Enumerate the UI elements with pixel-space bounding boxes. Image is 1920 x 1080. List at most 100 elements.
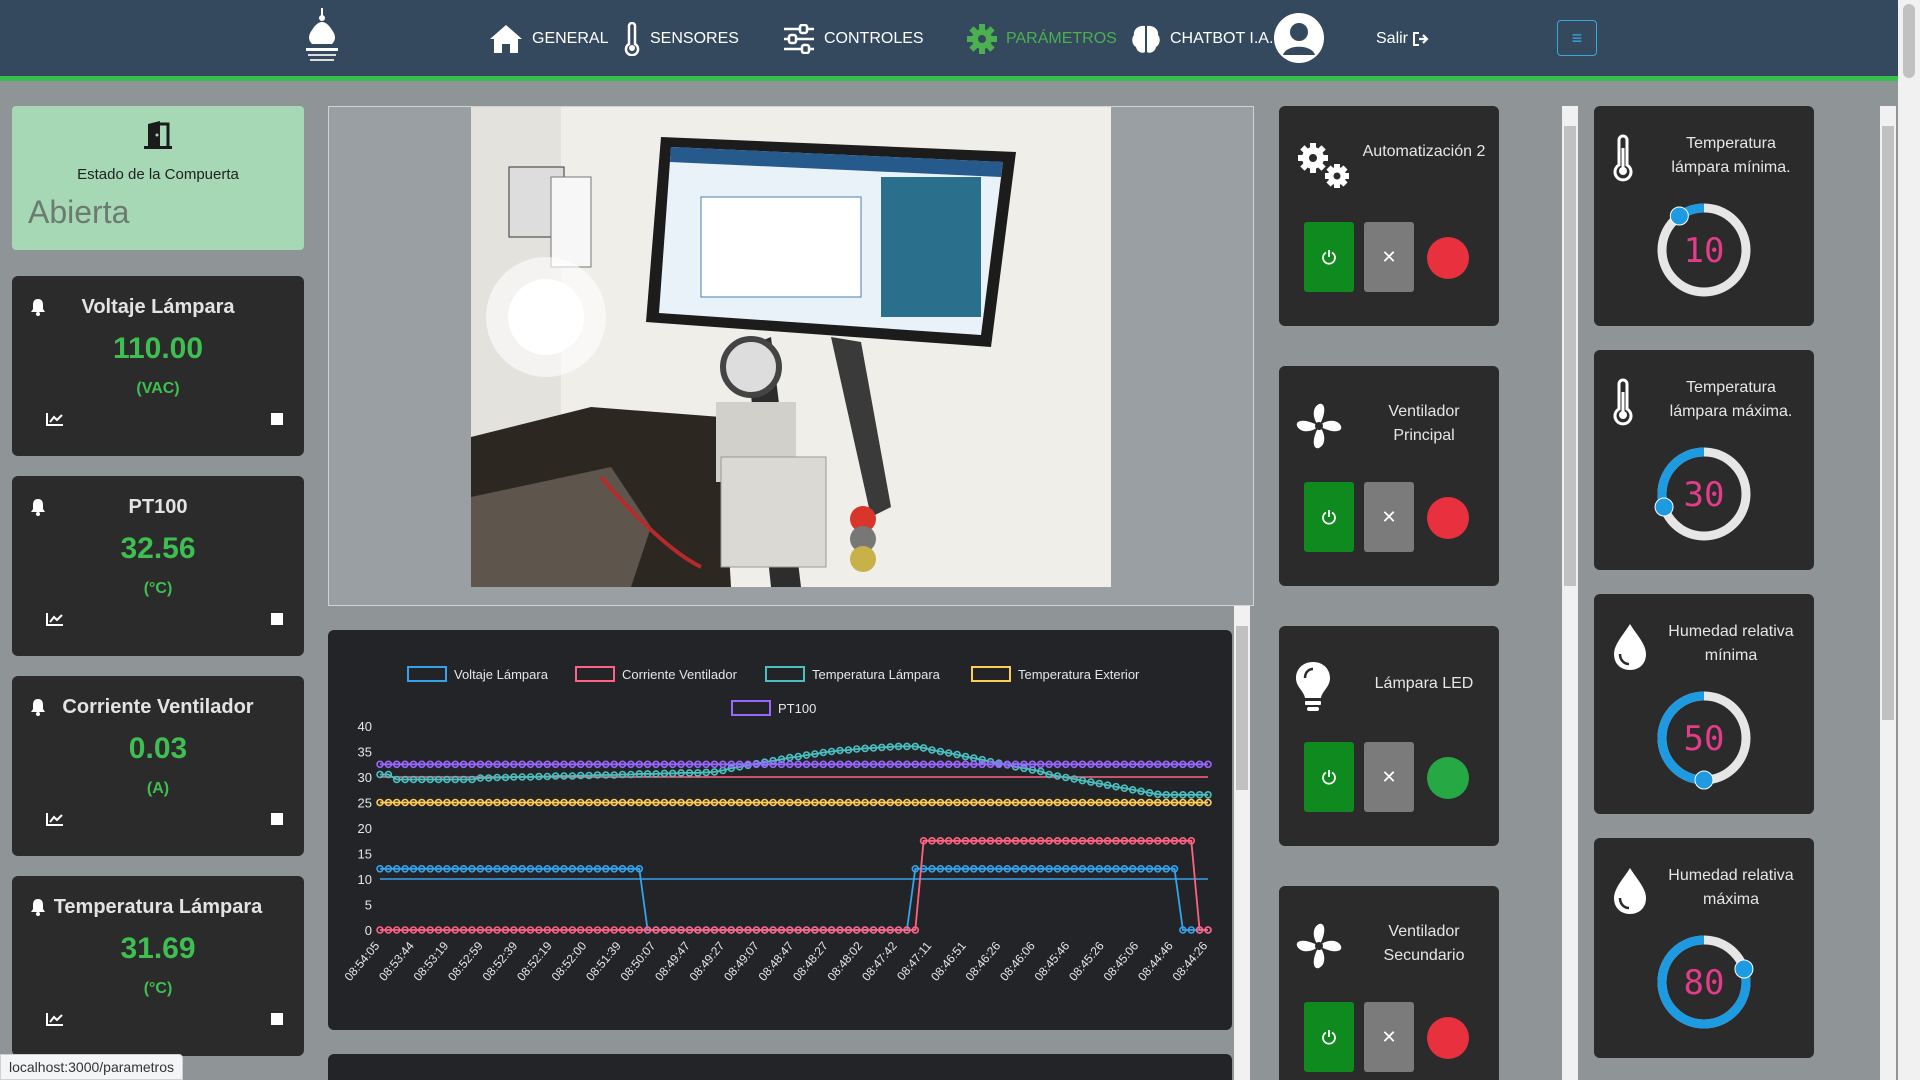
fan-icon — [1296, 923, 1342, 969]
sliders-icon — [784, 24, 814, 54]
knob-handle[interactable] — [1654, 497, 1674, 517]
line-chart-icon[interactable] — [46, 812, 64, 826]
x-tick-label: 08:48:47 — [756, 939, 797, 984]
power-off-button[interactable]: ✕ — [1364, 222, 1414, 292]
nav-sensores[interactable]: SENSORES — [622, 22, 739, 56]
power-off-button[interactable]: ✕ — [1364, 1002, 1414, 1072]
control-card: Automatización 2 ✕ — [1279, 106, 1499, 326]
y-tick-label: 40 — [358, 719, 372, 734]
nav-parametros[interactable]: PARÁMETROS — [966, 22, 1117, 56]
stop-icon[interactable] — [271, 1013, 283, 1025]
parameter-title: Temperatura lámpara máxima. — [1669, 379, 1793, 420]
legend-swatch[interactable] — [765, 666, 805, 682]
series-line — [380, 839, 1208, 931]
parameter-title: Temperatura lámpara mínima. — [1671, 135, 1791, 176]
legend-label[interactable]: Voltaje Lámpara — [454, 667, 549, 682]
status-led — [1427, 237, 1469, 279]
logout-label: Salir — [1376, 30, 1409, 47]
gate-status-card: Estado de la Compuerta Abierta — [12, 106, 304, 250]
power-on-button[interactable] — [1304, 742, 1354, 812]
sensor-value: 32.56 — [120, 532, 196, 565]
series-line — [380, 867, 1208, 931]
sensor-history-chart: Voltaje Lámpara Corriente Ventilador Tempe… — [342, 666, 1212, 984]
power-on-button[interactable] — [1304, 1002, 1354, 1072]
user-avatar[interactable] — [1274, 13, 1324, 63]
x-tick-label: 08:49:07 — [721, 939, 762, 984]
close-icon: ✕ — [1381, 506, 1397, 527]
sensor-value: 110.00 — [112, 332, 204, 365]
x-tick-label: 08:52:19 — [514, 939, 555, 984]
power-on-button[interactable] — [1304, 482, 1354, 552]
scroll-thumb[interactable] — [1564, 126, 1576, 586]
knob-handle[interactable] — [1734, 959, 1754, 979]
nav-chatbot-label: CHATBOT I.A. — [1170, 30, 1274, 47]
droplet-icon — [1614, 624, 1646, 670]
knob-handle[interactable] — [1669, 206, 1689, 226]
legend-swatch[interactable] — [731, 700, 771, 716]
x-tick-label: 08:48:27 — [790, 939, 831, 984]
gate-status-label: Estado de la Compuerta — [77, 166, 239, 183]
droplet-icon — [1614, 868, 1646, 914]
scroll-thumb[interactable] — [1882, 126, 1894, 720]
legend-label[interactable]: Temperatura Lámpara — [812, 667, 941, 682]
knob-value: 30 — [1684, 475, 1725, 515]
parameter-knob[interactable]: 30 — [1652, 442, 1756, 546]
sensor-card: Voltaje Lámpara 110.00 (VAC) — [12, 276, 304, 456]
parameter-knob[interactable]: 50 — [1652, 686, 1756, 790]
thermometer-icon — [1613, 134, 1633, 182]
x-tick-label: 08:53:44 — [376, 939, 417, 984]
knob-handle[interactable] — [1694, 770, 1714, 790]
y-tick-label: 30 — [358, 770, 372, 785]
x-tick-label: 08:46:26 — [963, 939, 1004, 984]
x-tick-label: 08:47:42 — [859, 939, 900, 984]
logout-link[interactable]: Salir — [1376, 22, 1430, 56]
x-tick-label: 08:49:47 — [652, 939, 693, 984]
legend-label[interactable]: PT100 — [778, 701, 816, 716]
control-card: Ventilador Principal ✕ — [1279, 366, 1499, 586]
scroll-thumb[interactable] — [1236, 626, 1248, 790]
sensor-value: 31.69 — [120, 932, 196, 965]
page-scrollbar[interactable] — [1898, 0, 1920, 1080]
sensor-title: Voltaje Lámpara — [81, 296, 235, 318]
x-tick-label: 08:45:06 — [1101, 939, 1142, 984]
legend-swatch[interactable] — [407, 666, 447, 682]
sensor-title: PT100 — [128, 496, 188, 518]
nav-general[interactable]: GENERAL — [488, 22, 608, 56]
legend-swatch[interactable] — [971, 666, 1011, 682]
sensor-title: Temperatura Lámpara — [53, 896, 263, 918]
parameter-card: Temperatura lámpara máxima. 30 — [1594, 350, 1814, 570]
legend-label[interactable]: Corriente Ventilador — [622, 667, 738, 682]
x-tick-label: 08:45:46 — [1032, 939, 1073, 984]
control-card: Ventilador Secundario ✕ — [1279, 886, 1499, 1080]
power-on-button[interactable] — [1304, 222, 1354, 292]
menu-toggle-button[interactable]: ≡ — [1557, 20, 1597, 56]
stop-icon[interactable] — [271, 613, 283, 625]
close-icon: ✕ — [1381, 246, 1397, 267]
parameter-knob[interactable]: 10 — [1652, 198, 1756, 302]
power-off-button[interactable]: ✕ — [1364, 742, 1414, 812]
nav-controles[interactable]: CONTROLES — [782, 22, 924, 56]
line-chart-icon[interactable] — [46, 1012, 64, 1026]
legend-label[interactable]: Temperatura Exterior — [1018, 667, 1140, 682]
nav-chatbot[interactable]: CHATBOT I.A. — [1130, 22, 1273, 56]
line-chart-icon[interactable] — [46, 612, 64, 626]
scroll-thumb[interactable] — [1903, 4, 1915, 78]
gate-status-value: Abierta — [28, 194, 130, 230]
user-icon — [1283, 23, 1315, 55]
line-chart-icon[interactable] — [46, 412, 64, 426]
power-off-button[interactable]: ✕ — [1364, 482, 1414, 552]
parameters-scrollbar[interactable] — [1880, 106, 1896, 1080]
parameter-card: Humedad relativa mínima 50 — [1594, 594, 1814, 814]
sensor-card: Temperatura Lámpara 31.69 (°C) — [12, 876, 304, 1056]
x-tick-label: 08:52:00 — [549, 939, 590, 984]
company-logo[interactable] — [298, 6, 346, 70]
center-scrollbar[interactable] — [1234, 606, 1250, 1080]
stop-icon[interactable] — [271, 413, 283, 425]
legend-swatch[interactable] — [575, 666, 615, 682]
controls-scrollbar[interactable] — [1562, 106, 1578, 1080]
x-tick-label: 08:48:02 — [825, 939, 866, 984]
sensor-unit: (A) — [146, 780, 170, 797]
stop-icon[interactable] — [271, 813, 283, 825]
nav-sensores-label: SENSORES — [650, 30, 739, 47]
parameter-knob[interactable]: 80 — [1652, 930, 1756, 1034]
